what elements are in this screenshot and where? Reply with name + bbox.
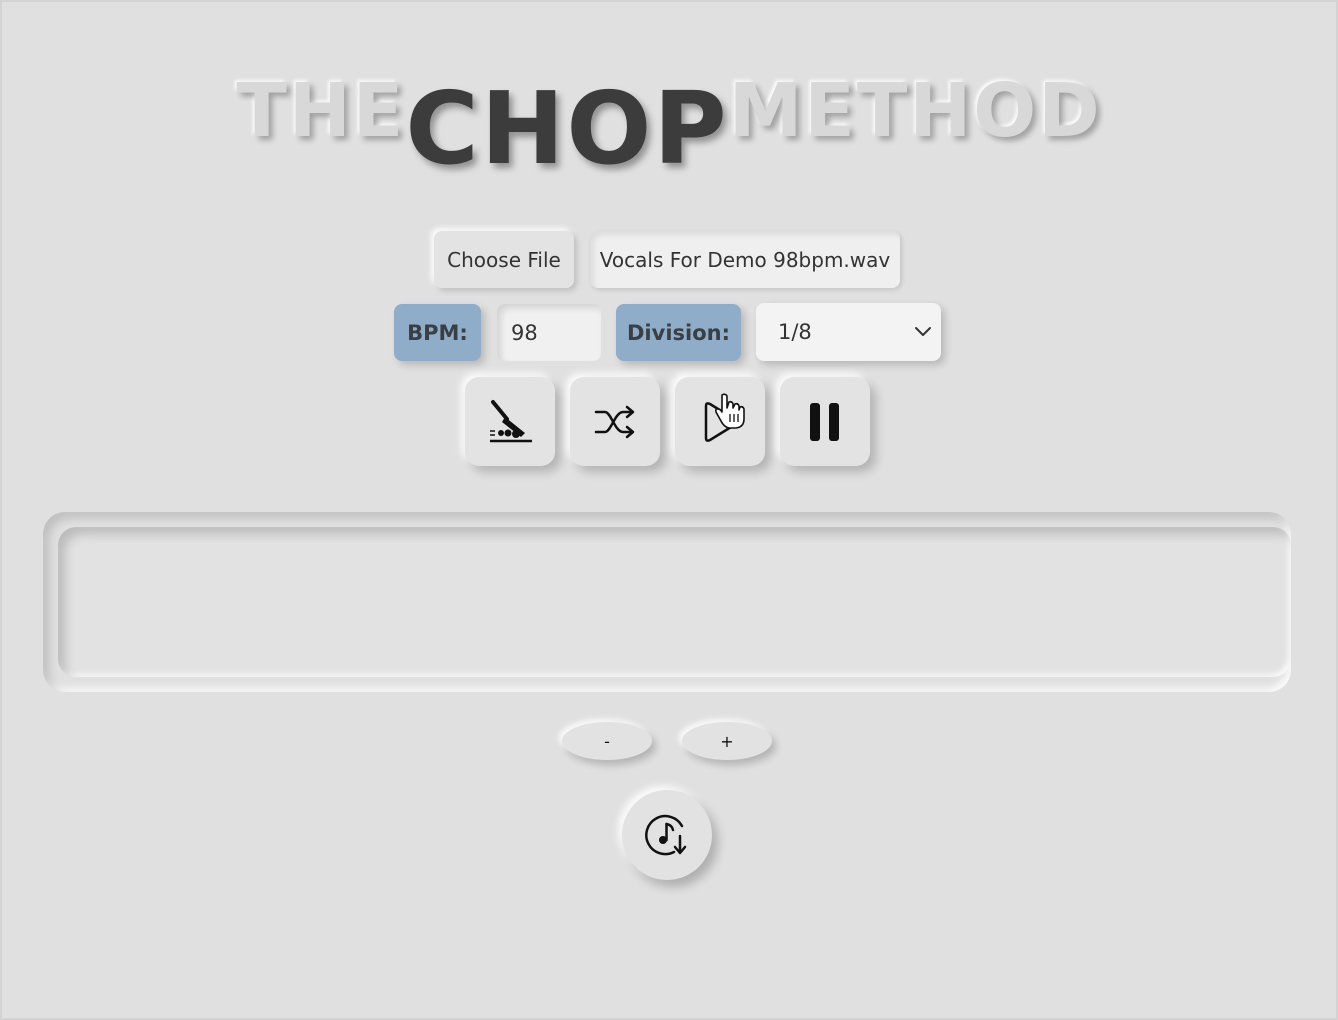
shuffle-icon [594, 405, 635, 438]
title-the: THE [236, 68, 406, 154]
play-icon [704, 401, 739, 442]
chop-button[interactable] [465, 377, 555, 466]
title-method: METHOD [728, 68, 1102, 154]
zoom-out-button[interactable]: - [562, 722, 652, 760]
division-select[interactable]: 1/8 [756, 303, 941, 361]
shuffle-button[interactable] [570, 377, 660, 466]
title-chop: CHOP [405, 70, 729, 187]
bpm-input[interactable] [497, 304, 601, 361]
play-button[interactable] [675, 377, 765, 466]
bpm-label: BPM: [394, 304, 481, 361]
knife-chop-icon [490, 399, 532, 442]
zoom-in-button[interactable]: + [682, 722, 772, 760]
division-selected-value: 1/8 [778, 320, 812, 344]
app-title: THE CHOP METHOD [0, 58, 1338, 188]
export-button[interactable] [622, 790, 712, 880]
waveform-display[interactable] [58, 527, 1291, 677]
chevron-down-icon [915, 327, 931, 336]
selected-file-name: Vocals For Demo 98bpm.wav [590, 231, 900, 288]
division-label: Division: [616, 304, 741, 361]
pause-icon [810, 402, 839, 441]
choose-file-button[interactable]: Choose File [434, 231, 574, 288]
music-download-icon [645, 814, 687, 856]
pause-button[interactable] [780, 377, 870, 466]
